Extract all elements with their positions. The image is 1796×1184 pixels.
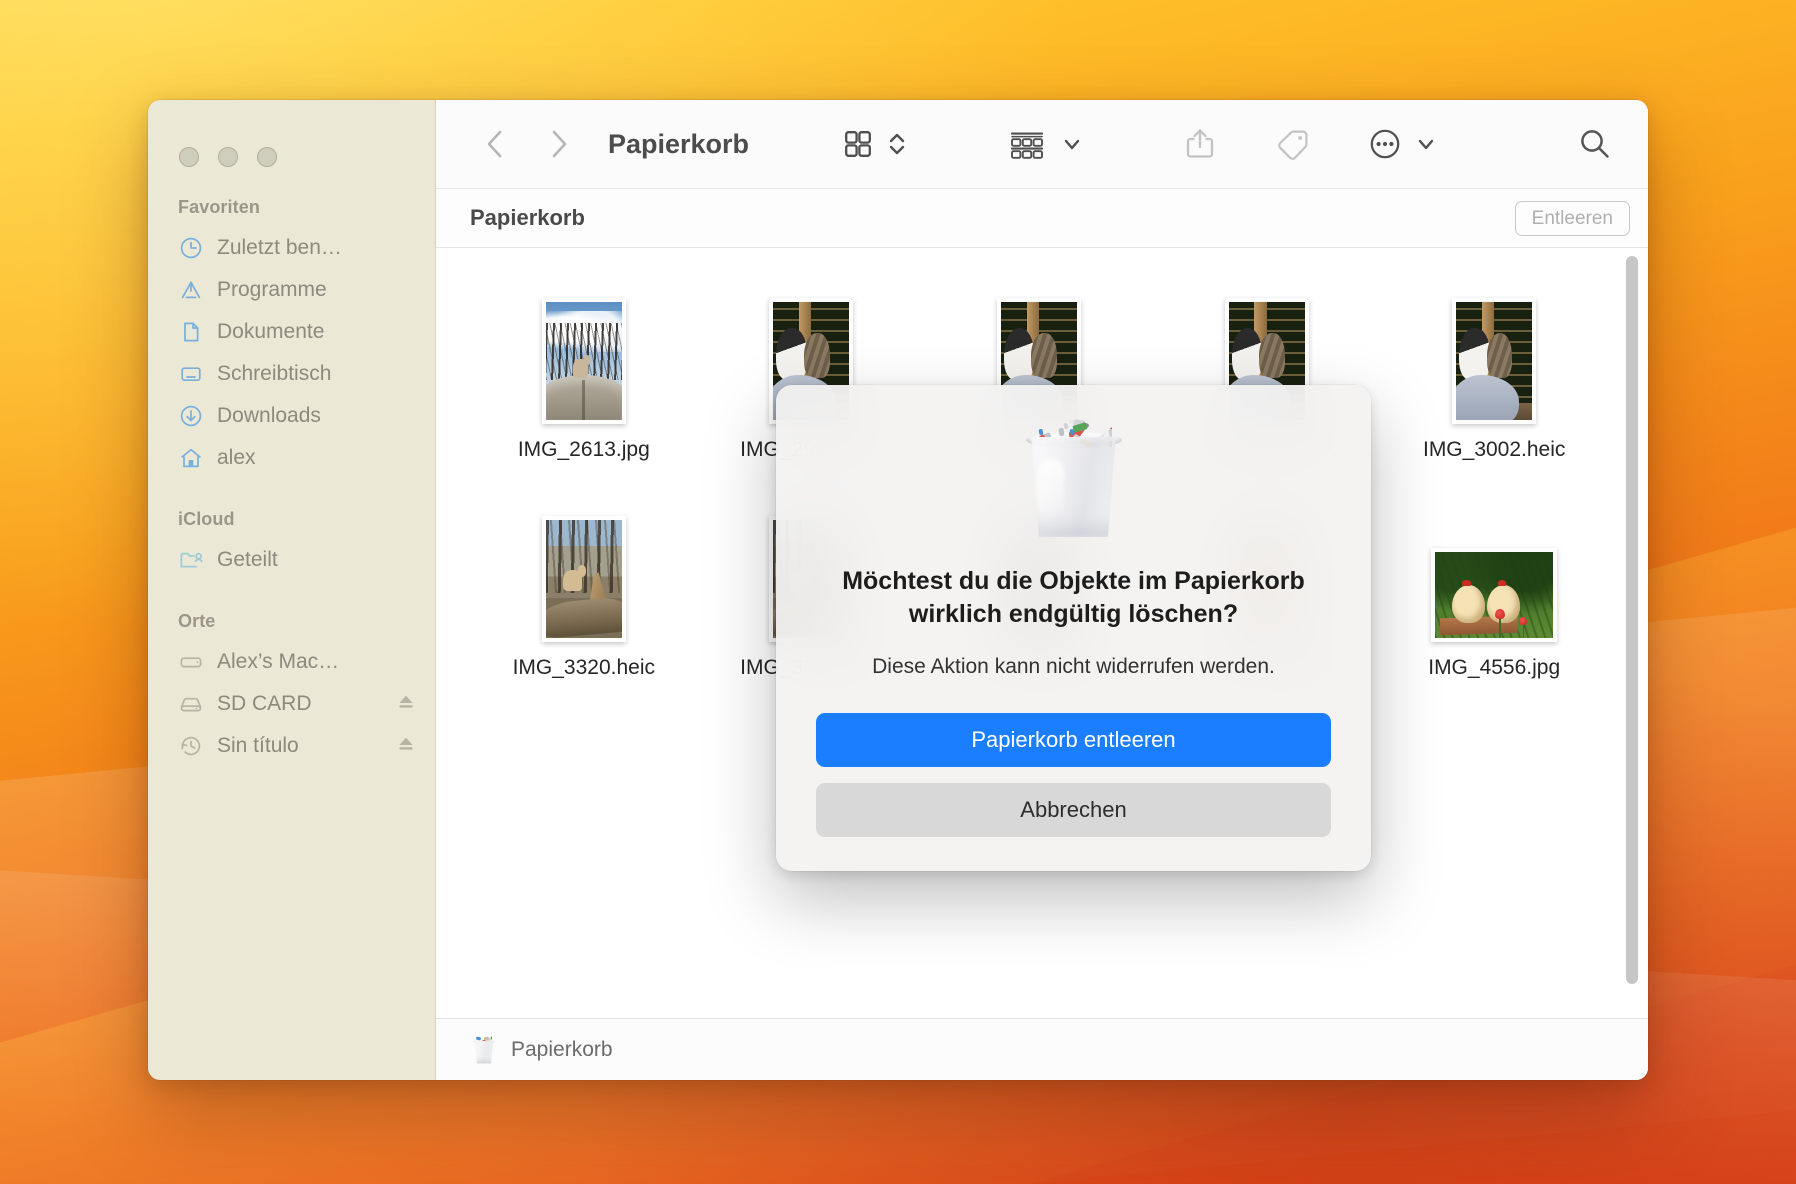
page-title: Papierkorb — [608, 129, 749, 160]
photo-preview — [542, 516, 626, 642]
sidebar-item-label: Sin título — [217, 734, 376, 758]
sidebar-item-label: alex — [217, 446, 417, 470]
shared-folder-icon — [178, 547, 204, 573]
download-icon — [178, 403, 204, 429]
sidebar-item-sd-card[interactable]: SD CARD — [148, 683, 435, 725]
search-button[interactable] — [1568, 121, 1622, 167]
cancel-button[interactable]: Abbrechen — [816, 783, 1331, 837]
eject-button[interactable] — [395, 733, 417, 760]
empty-trash-dialog: Möchtest du die Objekte im Papierkorb wi… — [776, 385, 1371, 871]
sidebar-item-sin-t-tulo[interactable]: Sin título — [148, 725, 435, 767]
scrollbar-thumb[interactable] — [1626, 256, 1638, 984]
confirm-empty-trash-button[interactable]: Papierkorb entleeren — [816, 713, 1331, 767]
status-label: Papierkorb — [511, 1038, 613, 1062]
desktop-wallpaper: Favoriten Zuletzt ben… Programme Dokumente S… — [0, 0, 1796, 1184]
sidebar-item-zuletzt-ben[interactable]: Zuletzt ben… — [148, 227, 435, 269]
chevron-left-icon — [482, 127, 508, 161]
group-by-icon — [1007, 127, 1047, 161]
sidebar-item-label: Programme — [217, 278, 417, 302]
file-item[interactable]: IMG_4556.jpg — [1380, 492, 1608, 680]
minimize-button[interactable] — [218, 147, 238, 167]
file-name-label: IMG_4556.jpg — [1428, 656, 1560, 680]
tag-icon — [1273, 127, 1311, 161]
file-thumbnail[interactable] — [1409, 492, 1579, 642]
sidebar-item-label: Geteilt — [217, 548, 417, 572]
sidebar-section-header: iCloud — [148, 509, 435, 539]
trash-icon — [470, 1035, 498, 1065]
time-machine-icon — [178, 733, 204, 759]
toolbar: Papierkorb — [436, 100, 1648, 188]
sidebar-item-dokumente[interactable]: Dokumente — [148, 311, 435, 353]
sidebar: Favoriten Zuletzt ben… Programme Dokumente S… — [148, 100, 436, 1080]
chevron-down-icon — [1415, 127, 1437, 161]
sidebar-item-label: SD CARD — [217, 692, 376, 716]
vertical-scrollbar[interactable] — [1624, 254, 1640, 1012]
forward-button[interactable] — [534, 122, 584, 166]
file-name-label: IMG_3002.heic — [1423, 438, 1565, 462]
file-thumbnail[interactable] — [1409, 274, 1579, 424]
chevron-up-down-icon — [887, 127, 907, 161]
finder-window: Favoriten Zuletzt ben… Programme Dokumente S… — [148, 100, 1648, 1080]
group-header-bar: Papierkorb Entleeren — [436, 188, 1648, 248]
sidebar-item-label: Dokumente — [217, 320, 417, 344]
share-icon — [1183, 126, 1217, 162]
sidebar-section-favoriten: Favoriten Zuletzt ben… Programme Dokumente S… — [148, 197, 435, 479]
sidebar-item-schreibtisch[interactable]: Schreibtisch — [148, 353, 435, 395]
tag-button[interactable] — [1265, 121, 1319, 167]
close-button[interactable] — [179, 147, 199, 167]
trash-full-icon — [1018, 415, 1130, 539]
sidebar-item-geteilt[interactable]: Geteilt — [148, 539, 435, 581]
eject-button[interactable] — [395, 691, 417, 718]
back-button[interactable] — [470, 122, 520, 166]
file-thumbnail[interactable] — [499, 492, 669, 642]
sidebar-item-label: Downloads — [217, 404, 417, 428]
sidebar-section-orte: Orte Alex’s Mac… SD CARD Sin título — [148, 611, 435, 767]
ellipsis-circle-icon — [1367, 126, 1403, 162]
sidebar-item-alex-s-mac[interactable]: Alex’s Mac… — [148, 641, 435, 683]
chevron-right-icon — [546, 127, 572, 161]
photo-preview — [1452, 298, 1536, 424]
status-bar: Papierkorb — [436, 1018, 1648, 1080]
file-item[interactable]: IMG_2613.jpg — [470, 274, 698, 462]
eject-icon[interactable] — [395, 691, 417, 713]
eject-icon[interactable] — [395, 733, 417, 755]
group-title: Papierkorb — [470, 205, 585, 231]
grid-view-icon — [841, 127, 875, 161]
dialog-message: Diese Aktion kann nicht widerrufen werde… — [872, 655, 1275, 679]
external-disk-icon — [178, 691, 204, 717]
empty-trash-button[interactable]: Entleeren — [1515, 201, 1630, 236]
computer-icon — [178, 649, 204, 675]
photo-preview — [1431, 548, 1557, 642]
traffic-light-buttons — [148, 114, 435, 167]
applications-icon — [178, 277, 204, 303]
sidebar-item-downloads[interactable]: Downloads — [148, 395, 435, 437]
group-by-button[interactable] — [999, 121, 1091, 167]
more-actions-button[interactable] — [1359, 121, 1445, 167]
sidebar-section-header: Orte — [148, 611, 435, 641]
file-name-label: IMG_3320.heic — [513, 656, 655, 680]
search-icon — [1576, 125, 1614, 163]
file-name-label: IMG_2613.jpg — [518, 438, 650, 462]
desktop-icon — [178, 361, 204, 387]
sidebar-item-label: Zuletzt ben… — [217, 236, 417, 260]
sidebar-item-alex[interactable]: alex — [148, 437, 435, 479]
clock-icon — [178, 235, 204, 261]
file-thumbnail[interactable] — [499, 274, 669, 424]
chevron-down-icon — [1061, 127, 1083, 161]
sidebar-item-label: Alex’s Mac… — [217, 650, 417, 674]
sidebar-item-label: Schreibtisch — [217, 362, 417, 386]
view-mode-button[interactable] — [833, 121, 915, 167]
document-icon — [178, 319, 204, 345]
home-icon — [178, 445, 204, 471]
file-item[interactable]: IMG_3002.heic — [1380, 274, 1608, 462]
photo-preview — [542, 298, 626, 424]
sidebar-item-programme[interactable]: Programme — [148, 269, 435, 311]
sidebar-section-icloud: iCloud Geteilt — [148, 509, 435, 581]
sidebar-section-header: Favoriten — [148, 197, 435, 227]
zoom-button[interactable] — [257, 147, 277, 167]
share-button[interactable] — [1175, 121, 1225, 167]
file-item[interactable]: IMG_3320.heic — [470, 492, 698, 680]
dialog-title: Möchtest du die Objekte im Papierkorb wi… — [816, 565, 1331, 631]
